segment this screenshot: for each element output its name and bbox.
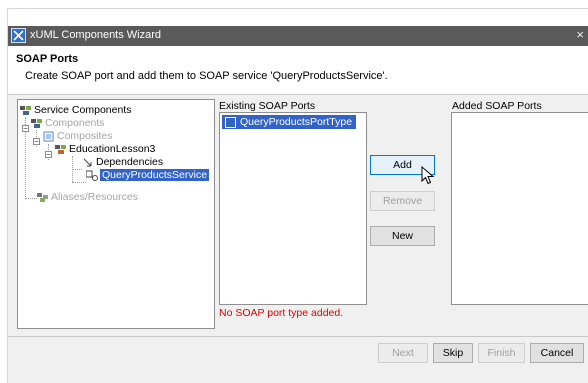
tree-item-composites[interactable]: Composites — [43, 130, 112, 143]
app-icon — [11, 28, 26, 43]
tree-line — [72, 182, 86, 183]
collapse-icon[interactable]: − — [22, 125, 29, 133]
tree-item-service-components[interactable]: Service Components — [20, 104, 131, 117]
tree-line — [25, 198, 37, 199]
tree-item-label: Components — [45, 117, 105, 129]
next-button[interactable]: Next — [378, 343, 428, 363]
tree-item-label: Composites — [57, 130, 113, 142]
window-title: xUML Components Wizard — [30, 29, 162, 41]
page-title: SOAP Ports — [16, 53, 79, 65]
remove-button[interactable]: Remove — [370, 191, 435, 211]
tree-item-label: Dependencies — [96, 156, 164, 168]
existing-ports-label: Existing SOAP Ports — [219, 100, 316, 112]
title-bar[interactable]: xUML Components Wizard × — [8, 26, 588, 46]
composite-component-icon — [55, 144, 66, 154]
collapse-icon[interactable]: − — [45, 151, 52, 159]
dependencies-icon — [83, 158, 92, 167]
tree-item-label: Service Components — [34, 104, 132, 116]
existing-ports-list[interactable]: QueryProductsPortType — [219, 112, 367, 305]
tree-item-label: Aliases/Resources — [51, 191, 138, 203]
list-item[interactable]: QueryProductsPortType — [222, 115, 357, 129]
tree-item-dependencies[interactable]: Dependencies — [82, 156, 163, 169]
components-icon — [31, 118, 42, 128]
tree-item-label: EducationLesson3 — [69, 143, 156, 155]
tree-item-educationlesson3[interactable]: EducationLesson3 — [55, 143, 155, 156]
wizard-footer: Next Skip Finish Cancel — [8, 336, 588, 383]
service-components-tree[interactable]: − − − Service Components Components Comp… — [17, 99, 215, 329]
aliases-resources-icon — [37, 192, 48, 202]
new-button[interactable]: New — [370, 226, 435, 246]
error-message: No SOAP port type added. — [219, 307, 344, 319]
cancel-button[interactable]: Cancel — [530, 343, 584, 363]
page-description: Create SOAP port and add them to SOAP se… — [25, 70, 388, 82]
added-ports-list[interactable] — [451, 112, 588, 305]
skip-button[interactable]: Skip — [433, 343, 473, 363]
service-components-icon — [20, 105, 31, 115]
tree-item-aliases-resources[interactable]: Aliases/Resources — [37, 191, 138, 204]
wizard-body: − − − Service Components Components Comp… — [8, 95, 588, 336]
added-ports-label: Added SOAP Ports — [452, 100, 542, 112]
collapse-icon[interactable]: − — [33, 138, 40, 146]
port-type-icon — [225, 116, 236, 128]
tree-item-components[interactable]: Components — [31, 117, 105, 130]
soap-service-icon — [86, 170, 98, 181]
port-type-label: QueryProductsPortType — [240, 116, 353, 128]
tree-item-label: QueryProductsService — [100, 169, 210, 181]
tree-item-queryproductsservice[interactable]: QueryProductsService — [86, 169, 210, 182]
close-icon[interactable]: × — [576, 27, 584, 42]
tree-line — [72, 169, 82, 170]
finish-button[interactable]: Finish — [478, 343, 525, 363]
wizard-header: SOAP Ports Create SOAP port and add them… — [8, 46, 588, 95]
composites-icon — [43, 131, 54, 142]
mouse-cursor-icon — [421, 166, 435, 185]
